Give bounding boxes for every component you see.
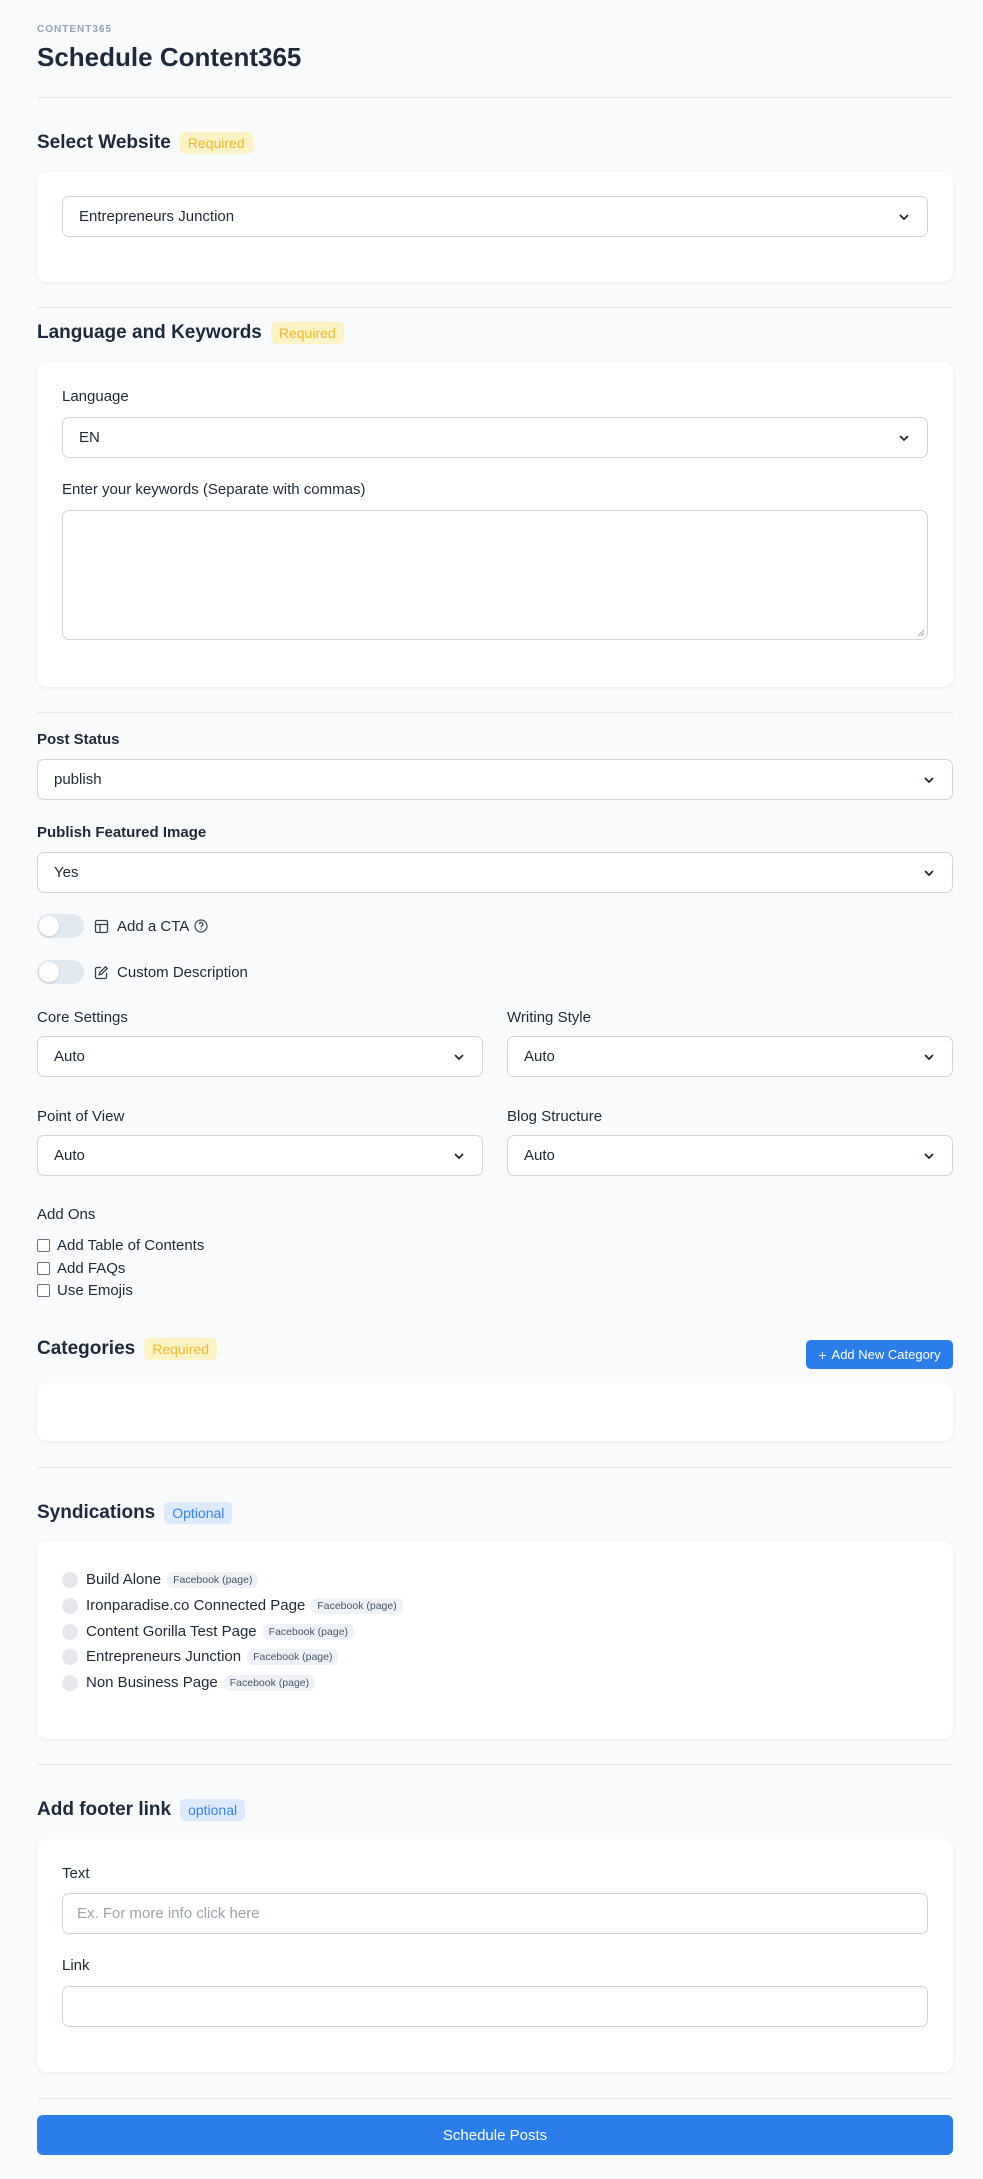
chevron-down-icon xyxy=(924,1152,934,1159)
layout-icon xyxy=(94,919,109,933)
syndications-card: Build Alone Facebook (page) Ironparadise… xyxy=(37,1541,953,1739)
syndication-item[interactable]: Build Alone Facebook (page) xyxy=(62,1571,259,1588)
divider xyxy=(37,1467,953,1468)
writing-style-select[interactable]: Auto xyxy=(507,1036,953,1077)
footer-link-label: Link xyxy=(62,1957,90,1974)
keywords-label: Enter your keywords (Separate with comma… xyxy=(62,481,366,498)
addon-toc-checkbox[interactable] xyxy=(37,1239,50,1252)
core-settings-label: Core Settings xyxy=(37,1009,128,1026)
platform-badge: Facebook (page) xyxy=(311,1597,403,1614)
optional-badge: optional xyxy=(180,1799,246,1821)
schedule-posts-button[interactable]: Schedule Posts xyxy=(37,2115,953,2155)
footer-text-label: Text xyxy=(62,1865,90,1882)
addon-toc-row[interactable]: Add Table of Contents xyxy=(37,1237,204,1254)
syndication-item[interactable]: Content Gorilla Test Page Facebook (page… xyxy=(62,1623,355,1640)
chevron-down-icon xyxy=(454,1053,464,1060)
custom-desc-toggle-row: Custom Description xyxy=(37,960,248,984)
required-badge: Required xyxy=(144,1338,218,1360)
required-badge: Required xyxy=(270,322,344,344)
plus-icon: + xyxy=(818,1346,827,1363)
featured-image-select[interactable]: Yes xyxy=(37,852,953,893)
addon-faqs-checkbox[interactable] xyxy=(37,1262,50,1275)
cta-toggle[interactable] xyxy=(37,914,84,938)
website-select[interactable]: Entrepreneurs Junction xyxy=(62,196,928,237)
cta-label: Add a CTA xyxy=(117,917,190,935)
section-title-website: Select Website Required xyxy=(37,132,253,154)
chevron-down-icon xyxy=(899,434,909,441)
custom-desc-label: Custom Description xyxy=(117,963,248,981)
chevron-down-icon xyxy=(924,869,934,876)
cta-toggle-row: Add a CTA xyxy=(37,914,208,938)
writing-style-label: Writing Style xyxy=(507,1009,591,1026)
addons-label: Add Ons xyxy=(37,1206,96,1223)
resize-handle-icon[interactable] xyxy=(915,627,925,637)
chevron-down-icon xyxy=(924,776,934,783)
language-select[interactable]: EN xyxy=(62,417,928,458)
language-card: Language EN Enter your keywords (Separat… xyxy=(37,362,953,687)
language-label: Language xyxy=(62,388,129,405)
categories-card xyxy=(37,1383,953,1441)
optional-badge: Optional xyxy=(164,1502,233,1524)
required-badge: Required xyxy=(179,132,253,154)
keywords-textarea[interactable] xyxy=(62,510,928,640)
syndication-item[interactable]: Ironparadise.co Connected Page Facebook … xyxy=(62,1597,403,1614)
syndication-radio[interactable] xyxy=(62,1648,78,1665)
section-title-syndications: Syndications Optional xyxy=(37,1502,233,1524)
chevron-down-icon xyxy=(899,213,909,220)
core-settings-select[interactable]: Auto xyxy=(37,1036,483,1077)
footer-link-card: Text Ex. For more info click here Link xyxy=(37,1839,953,2072)
divider xyxy=(37,307,953,308)
divider xyxy=(37,1764,953,1765)
blog-structure-select[interactable]: Auto xyxy=(507,1135,953,1176)
syndication-radio[interactable] xyxy=(62,1623,78,1640)
addon-emojis-checkbox[interactable] xyxy=(37,1284,50,1297)
footer-link-input[interactable] xyxy=(62,1986,928,2027)
blog-structure-label: Blog Structure xyxy=(507,1108,603,1125)
page-title: Schedule Content365 xyxy=(37,42,302,72)
app-eyebrow: CONTENT365 xyxy=(37,24,113,35)
featured-image-label: Publish Featured Image xyxy=(37,824,207,841)
divider xyxy=(37,712,953,713)
edit-icon xyxy=(94,965,109,979)
platform-badge: Facebook (page) xyxy=(167,1571,259,1588)
syndication-radio[interactable] xyxy=(62,1674,78,1691)
chevron-down-icon xyxy=(924,1053,934,1060)
syndication-radio[interactable] xyxy=(62,1571,78,1588)
footer-text-input[interactable]: Ex. For more info click here xyxy=(62,1893,928,1934)
section-title-categories: Categories Required xyxy=(37,1338,218,1360)
divider xyxy=(37,2098,953,2099)
syndication-radio[interactable] xyxy=(62,1597,78,1614)
divider xyxy=(37,97,953,98)
addon-emojis-row[interactable]: Use Emojis xyxy=(37,1282,133,1299)
section-title-language: Language and Keywords Required xyxy=(37,322,344,344)
point-of-view-select[interactable]: Auto xyxy=(37,1135,483,1176)
help-circle-icon[interactable] xyxy=(194,919,208,933)
addon-faqs-row[interactable]: Add FAQs xyxy=(37,1260,125,1277)
syndication-item[interactable]: Non Business Page Facebook (page) xyxy=(62,1674,316,1691)
website-card: Entrepreneurs Junction xyxy=(37,172,953,282)
post-status-select[interactable]: publish xyxy=(37,759,953,800)
platform-badge: Facebook (page) xyxy=(247,1648,339,1665)
chevron-down-icon xyxy=(454,1152,464,1159)
platform-badge: Facebook (page) xyxy=(262,1623,355,1640)
platform-badge: Facebook (page) xyxy=(223,1674,316,1691)
add-new-category-button[interactable]: + Add New Category xyxy=(806,1340,953,1369)
point-of-view-label: Point of View xyxy=(37,1108,125,1125)
syndication-item[interactable]: Entrepreneurs Junction Facebook (page) xyxy=(62,1648,339,1665)
custom-desc-toggle[interactable] xyxy=(37,960,84,984)
section-title-footer-link: Add footer link optional xyxy=(37,1799,246,1821)
post-status-label: Post Status xyxy=(37,731,120,748)
